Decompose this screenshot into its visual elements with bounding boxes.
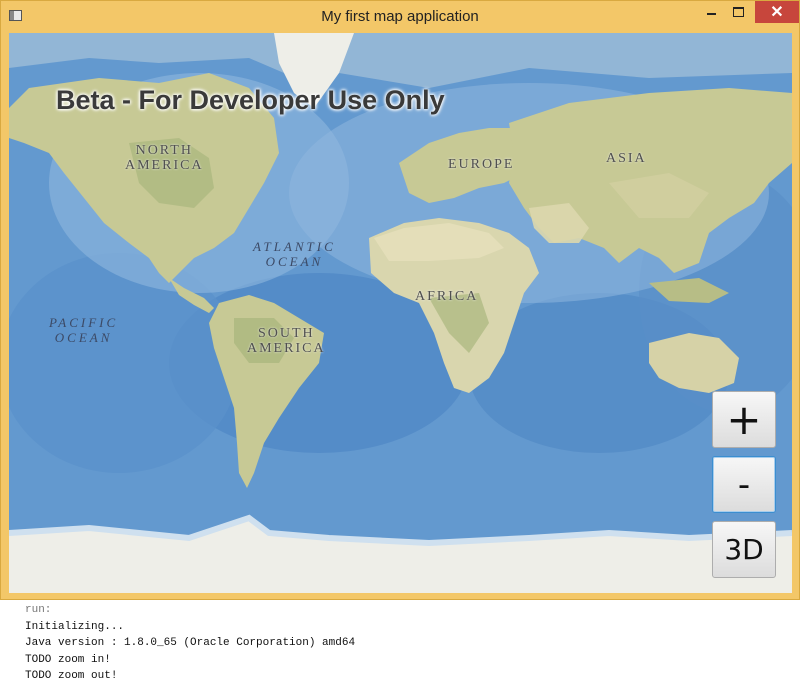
window-title: My first map application [321,8,479,25]
maximize-button[interactable] [723,1,753,23]
label-europe: EUROPE [448,157,515,172]
console-line: run: [25,604,52,616]
label-africa: AFRICA [415,289,479,304]
minimize-icon [706,13,716,15]
close-icon: ✕ [770,4,784,21]
zoom-in-button[interactable]: + [712,391,776,448]
label-pacific-ocean: PACIFIC OCEAN [49,315,119,345]
output-console: run: Initializing... Java version : 1.8.… [0,600,800,683]
world-map-image [9,33,792,593]
label-atlantic-ocean: ATLANTIC OCEAN [253,239,336,269]
maximize-icon [732,7,744,17]
toggle-3d-button[interactable]: 3D [712,521,776,578]
title-bar[interactable]: My first map application ✕ [1,1,799,33]
map-view[interactable]: Beta - For Developer Use Only NORTH AMER… [9,33,792,593]
beta-banner: Beta - For Developer Use Only [56,85,445,115]
console-line: Java version : 1.8.0_65 (Oracle Corporat… [25,637,356,649]
console-line: Initializing... [25,620,125,633]
console-line: TODO zoom out! [25,670,118,682]
console-line: TODO zoom in! [25,653,111,666]
zoom-out-button[interactable]: - [712,456,776,513]
app-window: My first map application ✕ Beta - For De… [0,0,800,600]
label-asia: ASIA [606,151,647,166]
minimize-button[interactable] [696,1,726,23]
close-button[interactable]: ✕ [755,1,799,23]
label-south-america: SOUTH AMERICA [247,326,326,356]
label-north-america: NORTH AMERICA [125,143,204,173]
